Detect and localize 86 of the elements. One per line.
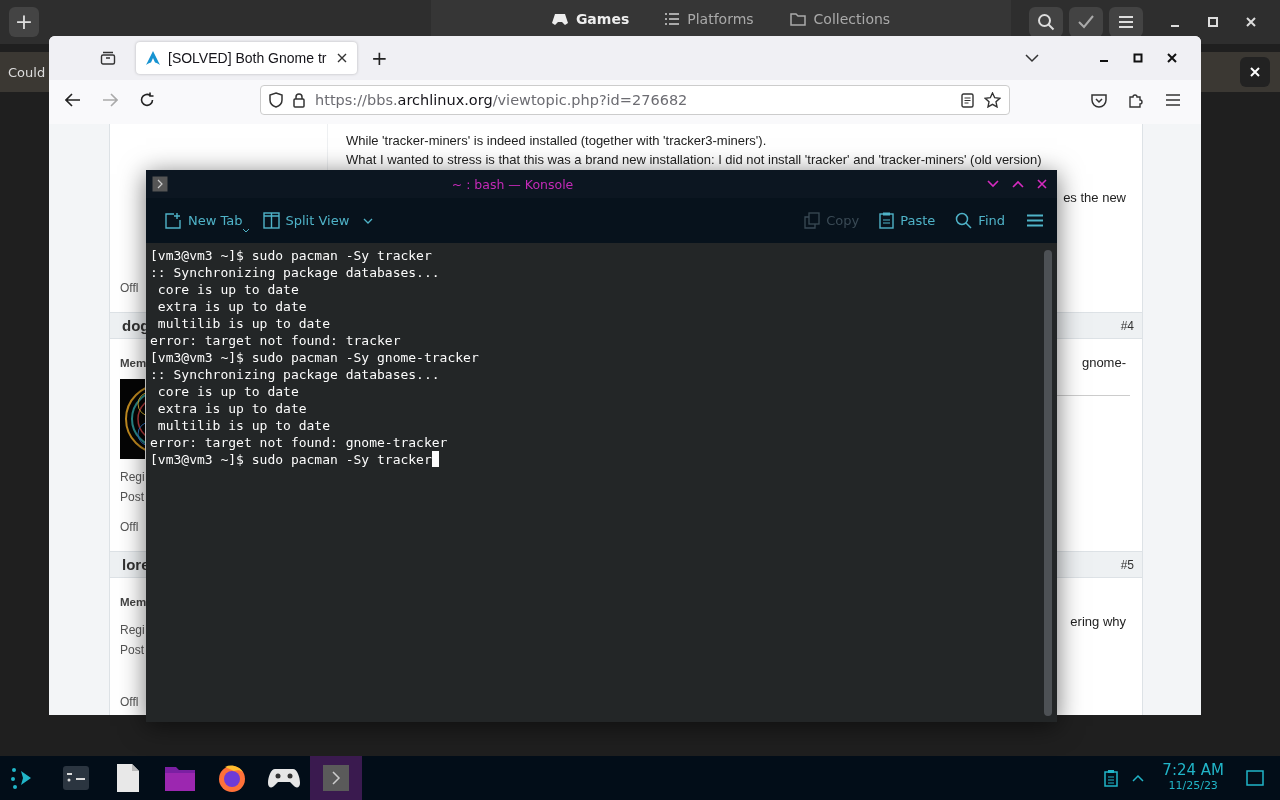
star-icon[interactable]: [984, 92, 1001, 108]
terminal-line: extra is up to date: [156, 400, 308, 417]
terminal-line: [vm3@vm3 ~]$ sudo pacman -Sy tracker: [150, 247, 433, 264]
post-text: gnome-: [1081, 354, 1127, 372]
registered-label: Regi: [120, 622, 145, 639]
search-button[interactable]: [1029, 7, 1063, 37]
window-title: ~ : bash — Konsole: [451, 176, 574, 192]
clipboard-icon[interactable]: [1104, 769, 1119, 787]
menu-icon: [1118, 15, 1134, 29]
close-button[interactable]: [1240, 57, 1270, 87]
terminal-line: error: target not found: tracker: [150, 332, 402, 349]
reload-icon[interactable]: [139, 92, 155, 108]
close-icon: [1249, 66, 1261, 78]
terminal-line: core is up to date: [156, 383, 300, 400]
post-text: ering why: [1070, 613, 1127, 631]
posts-label: Post: [120, 489, 144, 506]
shield-icon[interactable]: [269, 92, 283, 108]
chevron-up-icon[interactable]: [1012, 180, 1024, 188]
user-role: Mem: [120, 356, 147, 371]
find-button[interactable]: Find: [953, 205, 1007, 236]
terminal-line: :: Synchronizing package databases...: [150, 366, 441, 383]
post-text: While 'tracker-miners' is indeed installed (together with 'tracker3-miners').: [346, 132, 768, 150]
folder-icon: [789, 12, 806, 26]
post-number[interactable]: #5: [1120, 557, 1134, 572]
post-text: es the new: [1063, 189, 1127, 207]
terminal-line: [vm3@vm3 ~]$ sudo pacman -Sy gnome-tracker: [150, 349, 480, 366]
copy-icon: [804, 212, 821, 229]
post-text: What I wanted to stress is that this was a brand new installation: I did not install 'tracker' and 'tracker-miners' (old version): [346, 151, 1043, 169]
check-button[interactable]: [1069, 7, 1103, 37]
paste-button[interactable]: Paste: [877, 205, 938, 236]
status-text: Offl: [120, 694, 139, 711]
new-tab-button[interactable]: +: [365, 46, 394, 70]
terminal-line: [vm3@vm3 ~]$ sudo pacman -Sy tracker: [150, 451, 1044, 468]
view-tab[interactable]: Games: [547, 4, 634, 34]
browser-tab[interactable]: [SOLVED] Both Gnome tr: [136, 42, 357, 74]
terminal-icon: [152, 176, 168, 192]
list-icon: [665, 13, 680, 25]
tab-title: [SOLVED] Both Gnome tr: [168, 50, 328, 66]
menu-icon[interactable]: [1027, 214, 1043, 227]
search-icon: [955, 212, 973, 229]
checkmark-icon: [1078, 15, 1094, 29]
split-view-icon: [262, 212, 280, 229]
posts-label: Post: [120, 642, 144, 659]
back-icon[interactable]: [65, 93, 81, 107]
new-tab-button[interactable]: New Tab: [162, 205, 245, 236]
address-bar[interactable]: https://bbs.archlinux.org/viewtopic.php?id=276682: [260, 85, 1010, 115]
arch-logo-icon: [146, 51, 160, 65]
clipboard-icon: [879, 212, 895, 229]
terminal-line: :: Synchronizing package databases...: [150, 264, 441, 281]
puzzle-icon[interactable]: [1128, 92, 1144, 108]
terminal-line: error: target not found: gnome-tracker: [150, 434, 449, 451]
status-text: Offl: [120, 280, 139, 297]
gamepad-icon: [551, 13, 568, 25]
clock-date[interactable]: 11/25/23: [1168, 778, 1218, 793]
clock-time[interactable]: 7:24 AM: [1162, 763, 1224, 778]
status-text: Offl: [120, 519, 139, 536]
pocket-icon[interactable]: [1091, 92, 1107, 108]
menu-icon[interactable]: [1165, 93, 1181, 107]
lock-icon[interactable]: [293, 92, 305, 108]
search-icon: [1037, 13, 1055, 31]
registered-label: Regi: [120, 469, 145, 486]
reader-view-icon[interactable]: [961, 92, 974, 108]
user-role: Mem: [120, 595, 147, 610]
caret-up-icon[interactable]: [1132, 774, 1145, 782]
view-tab[interactable]: Collections: [785, 4, 895, 34]
tab-list-icon[interactable]: [100, 50, 116, 66]
caret-icon: [242, 228, 249, 233]
terminal-line: core is up to date: [156, 281, 300, 298]
caret-icon[interactable]: [363, 217, 374, 224]
terminal-line: multilib is up to date: [156, 417, 331, 434]
post-number[interactable]: #4: [1120, 318, 1134, 333]
add-button[interactable]: +: [9, 7, 39, 37]
terminal-line: multilib is up to date: [156, 315, 331, 332]
menu-button[interactable]: [1109, 7, 1143, 37]
scrollbar[interactable]: [1044, 250, 1052, 716]
close-icon[interactable]: [337, 53, 347, 63]
show-desktop-icon[interactable]: [1246, 770, 1264, 786]
maximize-icon[interactable]: [1133, 53, 1143, 63]
split-view-button[interactable]: Split View: [260, 205, 352, 236]
chevron-down-icon[interactable]: [1025, 53, 1039, 63]
url-text: https://bbs.archlinux.org/viewtopic.php?id=276682: [315, 92, 688, 108]
close-icon[interactable]: [1167, 53, 1177, 63]
new-tab-icon: [164, 211, 182, 230]
notification-text: Could: [8, 64, 46, 80]
view-tab[interactable]: Platforms: [661, 4, 758, 34]
terminal-line: extra is up to date: [156, 298, 308, 315]
